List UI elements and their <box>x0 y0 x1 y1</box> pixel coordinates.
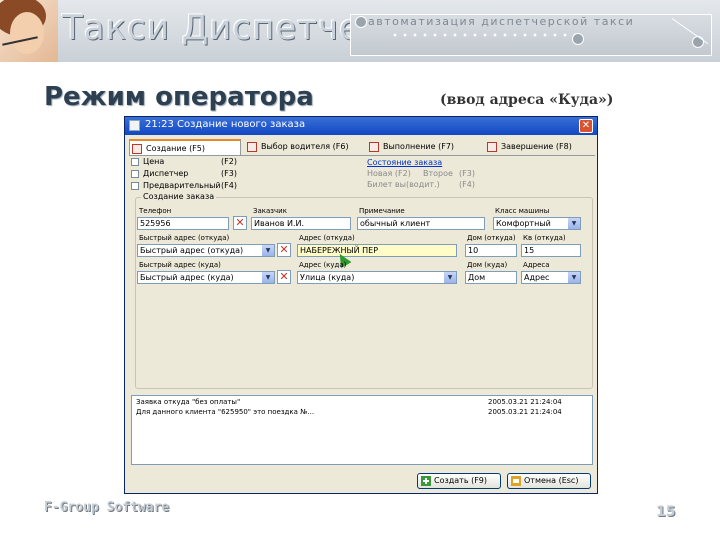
step-hotkey: (F3) <box>221 169 237 178</box>
tab-label: Выполнение (F7) <box>383 142 455 151</box>
tab-create[interactable]: Создание (F5) <box>129 139 241 155</box>
chevron-down-icon[interactable]: ▼ <box>444 272 456 283</box>
operator-photo <box>0 0 58 62</box>
car-class-select[interactable]: Комфортный ▼ <box>493 217 581 230</box>
checkbox[interactable] <box>131 170 139 178</box>
house-to-field[interactable]: Дом <box>465 271 517 284</box>
footer-company: F-Group Software <box>44 500 170 515</box>
quick-to-value: Быстрый адрес (куда) <box>140 273 234 282</box>
chevron-down-icon[interactable]: ▼ <box>262 245 274 256</box>
note-field[interactable]: обычный клиент <box>357 217 485 230</box>
phone-label: Телефон <box>139 207 172 215</box>
log-row: Для данного клиента "625950" это поездка… <box>136 408 588 418</box>
cancel-button[interactable]: Отмена (Esc) <box>507 473 591 489</box>
destination-select[interactable]: Адрес ▼ <box>521 271 581 284</box>
house-to-label: Дом (куда) <box>467 261 508 269</box>
document-icon <box>369 142 379 152</box>
log-row: Заявка откуда "без оплаты" 2005.03.21 21… <box>136 398 588 408</box>
order-type-dispatcher[interactable]: Диспетчер (F3) <box>131 169 239 179</box>
cancel-button-label: Отмена (Esc) <box>524 476 579 485</box>
status-ticket-key: (F4) <box>459 180 475 189</box>
step-label: Предварительный <box>143 181 221 190</box>
quick-from-value: Быстрый адрес (откуда) <box>140 246 244 255</box>
document-icon <box>132 144 142 154</box>
address-to-value: Улица (куда) <box>300 273 355 282</box>
order-status-link[interactable]: Состояние заказа <box>367 158 442 167</box>
quick-from-select[interactable]: Быстрый адрес (откуда) ▼ <box>137 244 275 257</box>
customer-label: Заказчик <box>253 207 287 215</box>
status-second-key: (F3) <box>459 169 475 178</box>
clear-phone-icon[interactable]: ✕ <box>233 216 247 230</box>
log-message: Для данного клиента "625950" это поездка… <box>136 408 315 416</box>
step-hotkey: (F2) <box>221 157 237 166</box>
slide-subtitle: (ввод адреса «Куда») <box>440 92 614 108</box>
checkbox[interactable] <box>131 182 139 190</box>
quick-to-select[interactable]: Быстрый адрес (куда) ▼ <box>137 271 275 284</box>
product-tagline: автоматизация диспетчерской такси <box>368 15 635 28</box>
chevron-down-icon[interactable]: ▼ <box>262 272 274 283</box>
clear-quick-to-icon[interactable]: ✕ <box>277 270 291 284</box>
tab-completion[interactable]: Завершение (F8) <box>485 139 595 155</box>
create-button[interactable]: Создать (F9) <box>417 473 501 489</box>
product-logo-title: Такси Диспетчер <box>62 8 384 48</box>
slide-title: Режим оператора <box>44 82 314 112</box>
window-app-icon <box>129 120 140 131</box>
address-to-label: Адрес (куда) <box>299 261 347 269</box>
cancel-icon <box>511 476 521 486</box>
car-class-value: Комфортный <box>496 219 551 228</box>
address-to-select[interactable]: Улица (куда) ▼ <box>297 271 457 284</box>
log-message: Заявка откуда "без оплаты" <box>136 398 241 406</box>
clear-quick-from-icon[interactable]: ✕ <box>277 243 291 257</box>
plus-icon <box>421 476 431 486</box>
decorative-circle-icon <box>572 33 584 45</box>
tab-label: Создание (F5) <box>146 144 205 153</box>
window-title: 21:23 Создание нового заказа <box>145 119 306 130</box>
step-label: Диспетчер <box>143 169 189 178</box>
tagline-bullet-icon <box>355 16 367 28</box>
step-label: Цена <box>143 157 165 166</box>
step-hotkey: (F4) <box>221 181 237 190</box>
create-order-window: 21:23 Создание нового заказа ✕ Создание … <box>124 116 598 494</box>
customer-field[interactable]: Иванов И.И. <box>251 217 351 230</box>
tab-divider <box>129 155 595 156</box>
status-ticket-label: Билет вы(водит.) <box>367 180 440 189</box>
order-type-preliminary[interactable]: Предварительный (F4) <box>131 181 239 191</box>
status-new-label: Новая (F2) <box>367 169 411 178</box>
create-button-label: Создать (F9) <box>434 476 488 485</box>
apartment-from-label: Кв (откуда) <box>523 234 566 242</box>
address-from-field[interactable]: НАБЕРЕЖНЫЙ ПЕР <box>297 244 457 257</box>
destination-label: Адреса <box>523 261 550 269</box>
car-class-label: Класс машины <box>495 207 550 215</box>
tab-execution[interactable]: Выполнение (F7) <box>367 139 481 155</box>
tab-label: Выбор водителя (F6) <box>261 142 349 151</box>
decorative-dots <box>390 30 580 40</box>
apartment-from-field[interactable]: 15 <box>521 244 581 257</box>
status-second-label: Второе <box>423 169 453 178</box>
event-log[interactable]: Заявка откуда "без оплаты" 2005.03.21 21… <box>131 395 593 465</box>
document-icon <box>487 142 497 152</box>
destination-value: Адрес <box>524 273 550 282</box>
checkbox[interactable] <box>131 158 139 166</box>
order-type-price[interactable]: Цена (F2) <box>131 157 239 167</box>
tab-driver-select[interactable]: Выбор водителя (F6) <box>245 139 363 155</box>
window-titlebar: 21:23 Создание нового заказа ✕ <box>125 117 597 135</box>
chevron-down-icon[interactable]: ▼ <box>568 272 580 283</box>
close-icon[interactable]: ✕ <box>579 119 593 133</box>
log-timestamp: 2005.03.21 21:24:04 <box>488 398 562 406</box>
log-timestamp: 2005.03.21 21:24:04 <box>488 408 562 416</box>
quick-to-label: Быстрый адрес (куда) <box>139 261 221 269</box>
phone-field[interactable]: 525956 <box>137 217 229 230</box>
house-from-label: Дом (откуда) <box>467 234 516 242</box>
note-label: Примечание <box>359 207 405 215</box>
document-icon <box>247 142 257 152</box>
tab-label: Завершение (F8) <box>501 142 572 151</box>
address-from-label: Адрес (откуда) <box>299 234 355 242</box>
tab-strip: Создание (F5) Выбор водителя (F6) Выполн… <box>129 139 595 155</box>
quick-from-label: Быстрый адрес (откуда) <box>139 234 230 242</box>
house-from-field[interactable]: 10 <box>465 244 517 257</box>
chevron-down-icon[interactable]: ▼ <box>568 218 580 229</box>
group-title: Создание заказа <box>141 192 217 201</box>
page-number: 15 <box>656 504 676 520</box>
